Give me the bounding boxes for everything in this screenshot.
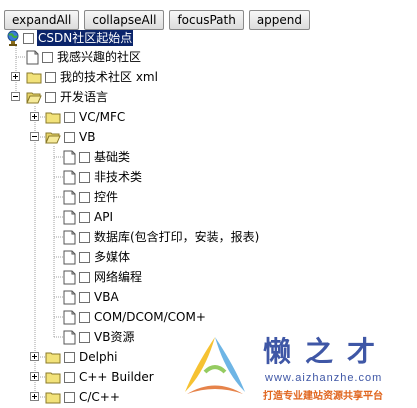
tree-node-delphi[interactable]: Delphi — [45, 348, 119, 366]
page-icon — [63, 330, 76, 345]
tree-node-label: Delphi — [79, 350, 118, 364]
tree-node-label: 多媒体 — [94, 250, 131, 264]
tree-node-vb-child[interactable]: 控件 — [63, 188, 119, 206]
tree-node-dev-languages[interactable]: 开发语言 — [26, 88, 109, 106]
watermark: 懒之才 www.aizhanzhe.com 打造专业建站资源共享平台 — [175, 330, 415, 408]
tree-node-vb-child[interactable]: API — [63, 208, 114, 226]
tree-node-label: 我的技术社区 xml — [60, 70, 158, 84]
watermark-title: 懒之才 — [263, 335, 390, 368]
checkbox[interactable] — [79, 211, 90, 223]
tree-node-label: VB — [79, 130, 96, 144]
page-icon — [63, 230, 76, 245]
tree-node-label: C/C++ — [79, 390, 120, 404]
tree-node-my-tech-xml[interactable]: 我的技术社区 xml — [26, 68, 159, 86]
tree-node-label: VBA — [94, 290, 119, 304]
tree-node-vb-child[interactable]: VBA — [63, 288, 120, 306]
tree-node-label: 数据库(包含打印，安装，报表) — [94, 230, 260, 244]
tree-node-vb-child[interactable]: 数据库(包含打印，安装，报表) — [63, 228, 260, 246]
checkbox[interactable] — [79, 191, 90, 203]
expand-toggle[interactable] — [30, 372, 39, 381]
tree-node-label: C++ Builder — [79, 370, 154, 384]
tree-node-vc-mfc[interactable]: VC/MFC — [45, 108, 126, 126]
page-icon — [63, 210, 76, 225]
folder-icon — [26, 71, 42, 84]
checkbox[interactable] — [79, 251, 90, 263]
tree-node-label: 控件 — [94, 190, 119, 204]
expand-toggle[interactable] — [30, 352, 39, 361]
watermark-logo-icon — [185, 337, 245, 394]
page-icon — [63, 170, 76, 185]
checkbox[interactable] — [79, 291, 90, 303]
tree-node-root[interactable]: CSDN社区起始点 — [6, 29, 134, 47]
expand-toggle[interactable] — [11, 72, 20, 81]
tree-node-interested[interactable]: 我感兴趣的社区 — [26, 48, 142, 66]
checkbox[interactable] — [79, 311, 90, 323]
checkbox[interactable] — [79, 151, 90, 163]
folder-icon — [45, 371, 61, 384]
page-icon — [63, 190, 76, 205]
tree-node-label: CSDN社区起始点 — [37, 30, 134, 46]
checkbox[interactable] — [64, 371, 75, 383]
checkbox[interactable] — [45, 91, 56, 103]
checkbox[interactable] — [23, 32, 34, 44]
page-icon — [63, 150, 76, 165]
checkbox[interactable] — [64, 131, 75, 143]
tree-node-cpp-builder[interactable]: C++ Builder — [45, 368, 155, 386]
checkbox[interactable] — [64, 391, 75, 403]
tree-node-label: 基础类 — [94, 150, 131, 164]
checkbox[interactable] — [64, 351, 75, 363]
checkbox[interactable] — [79, 331, 90, 343]
tree-node-label: VC/MFC — [79, 110, 126, 124]
folder-icon — [45, 111, 61, 124]
checkbox[interactable] — [64, 111, 75, 123]
tree-node-label: API — [94, 210, 113, 224]
page-icon — [26, 50, 39, 65]
tree-node-label: 我感兴趣的社区 — [57, 50, 142, 64]
tree-node-label: 网络编程 — [94, 270, 143, 284]
expand-toggle[interactable] — [30, 112, 39, 121]
tree-node-vb-child[interactable]: VB资源 — [63, 328, 135, 346]
checkbox[interactable] — [45, 71, 56, 83]
globe-icon — [6, 30, 20, 46]
tree-node-vb-child[interactable]: 网络编程 — [63, 268, 143, 286]
folder-icon — [45, 391, 61, 404]
tree-node-label: 非技术类 — [94, 170, 143, 184]
tree-node-label: VB资源 — [94, 330, 135, 344]
collapse-toggle[interactable] — [30, 132, 39, 141]
folder-icon — [45, 351, 61, 364]
page-icon — [63, 310, 76, 325]
tree-node-vb-child[interactable]: 非技术类 — [63, 168, 143, 186]
watermark-url: www.aizhanzhe.com — [265, 372, 383, 384]
page-icon — [63, 270, 76, 285]
checkbox[interactable] — [79, 271, 90, 283]
tree-node-vb-child[interactable]: COM/DCOM/COM+ — [63, 308, 207, 326]
tree-node-vb-child[interactable]: 基础类 — [63, 148, 131, 166]
collapse-toggle[interactable] — [11, 92, 20, 101]
tree-node-vb-child[interactable]: 多媒体 — [63, 248, 131, 266]
folder-open-icon — [45, 131, 61, 144]
tree-node-label: COM/DCOM/COM+ — [94, 310, 206, 324]
checkbox[interactable] — [79, 231, 90, 243]
tree-node-label: 开发语言 — [60, 90, 109, 104]
tree-node-vb[interactable]: VB — [45, 128, 96, 146]
expand-toggle[interactable] — [30, 392, 39, 401]
checkbox[interactable] — [42, 51, 53, 63]
watermark-slogan: 打造专业建站资源共享平台 — [263, 391, 383, 402]
folder-open-icon — [26, 91, 42, 104]
checkbox[interactable] — [79, 171, 90, 183]
page-icon — [63, 290, 76, 305]
tree-node-c-cpp[interactable]: C/C++ — [45, 388, 121, 406]
page-icon — [63, 250, 76, 265]
